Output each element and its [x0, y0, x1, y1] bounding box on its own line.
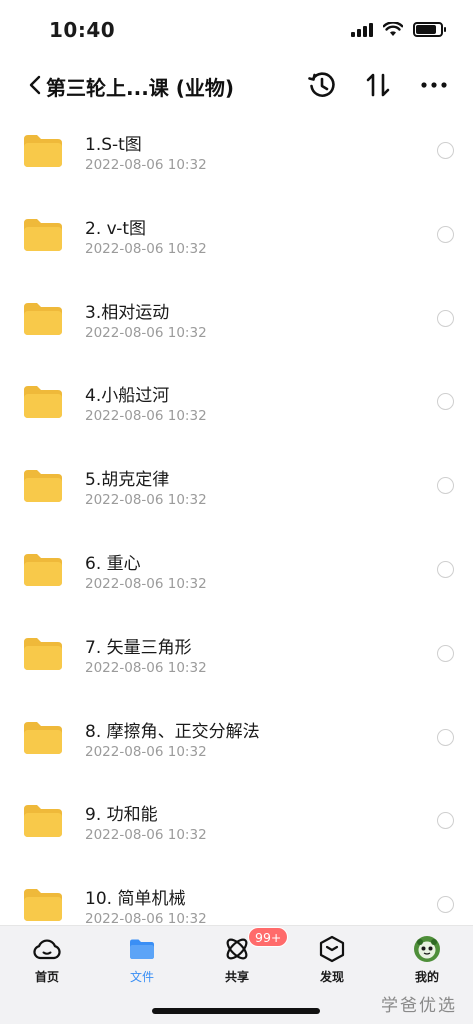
status-time: 10:40: [49, 18, 116, 42]
file-date: 2022-08-06 10:32: [85, 492, 207, 509]
tab-discover-label: 发现: [319, 970, 344, 984]
file-date: 2022-08-06 10:32: [85, 827, 207, 844]
file-name: 10. 简单机械: [85, 889, 186, 910]
folder-icon: [24, 218, 62, 251]
select-radio[interactable]: [437, 309, 454, 327]
file-list: 1.S-t图 2022-08-06 10:32 2. v-t图 2022-08-06 …: [0, 110, 473, 925]
select-radio[interactable]: [437, 728, 454, 746]
folder-icon: [24, 302, 62, 335]
file-name: 4.小船过河: [85, 386, 170, 407]
select-radio[interactable]: [437, 142, 454, 159]
tab-files[interactable]: 文件: [112, 934, 172, 990]
tab-home-label: 首页: [34, 970, 59, 984]
file-date: 2022-08-06 10:32: [85, 743, 207, 760]
folder-icon: [24, 470, 62, 503]
file-date: 2022-08-06 10:32: [85, 659, 207, 676]
select-radio[interactable]: [437, 896, 454, 914]
file-row[interactable]: 9. 功和能 2022-08-06 10:32: [0, 780, 473, 864]
select-radio[interactable]: [437, 477, 454, 495]
file-row[interactable]: 5.胡克定律 2022-08-06 10:32: [0, 445, 473, 529]
file-row[interactable]: 10. 简单机械 2022-08-06 10:32: [0, 864, 473, 925]
file-name: 7. 矢量三角形: [85, 637, 192, 658]
folder-icon: [24, 805, 62, 838]
file-name: 5.胡克定律: [85, 470, 170, 491]
home-cloud-icon: [32, 934, 62, 964]
folder-icon: [24, 553, 62, 586]
tab-home[interactable]: 首页: [17, 934, 77, 990]
tab-bar: 首页 文件 共享 发现 我的 99+ 学爸优选: [0, 925, 473, 1024]
discover-box-icon: [317, 934, 347, 964]
file-row[interactable]: 8. 摩擦角、正交分解法 2022-08-06 10:32: [0, 697, 473, 781]
file-date: 2022-08-06 10:32: [85, 911, 207, 925]
file-row[interactable]: 4.小船过河 2022-08-06 10:32: [0, 361, 473, 445]
file-row[interactable]: 7. 矢量三角形 2022-08-06 10:32: [0, 613, 473, 697]
tab-me[interactable]: 我的: [397, 934, 457, 990]
cellular-signal-icon: [351, 22, 373, 37]
file-row[interactable]: 3.相对运动 2022-08-06 10:32: [0, 278, 473, 362]
file-date: 2022-08-06 10:32: [85, 575, 207, 592]
file-name: 3.相对运动: [85, 302, 170, 323]
tab-me-label: 我的: [414, 970, 439, 984]
status-icons: [351, 22, 446, 37]
folder-icon: [24, 721, 62, 754]
file-name: 6. 重心: [85, 553, 141, 574]
history-icon: [308, 72, 335, 97]
back-button[interactable]: [24, 70, 46, 100]
more-icon: [421, 82, 447, 88]
file-date: 2022-08-06 10:32: [85, 408, 207, 425]
file-date: 2022-08-06 10:32: [85, 240, 207, 257]
file-name: 9. 功和能: [85, 805, 158, 826]
select-radio[interactable]: [437, 812, 454, 830]
tab-files-label: 文件: [129, 970, 154, 984]
back-chevron-icon: [29, 75, 41, 95]
home-indicator[interactable]: [152, 1008, 320, 1014]
select-radio[interactable]: [437, 560, 454, 578]
folder-icon: [24, 889, 62, 922]
status-bar: 10:40: [0, 0, 473, 62]
select-radio[interactable]: [437, 225, 454, 243]
folder-icon: [24, 135, 62, 167]
history-button[interactable]: [305, 68, 339, 102]
select-radio[interactable]: [437, 644, 454, 662]
folder-icon: [24, 386, 62, 419]
sort-icon: [366, 73, 390, 97]
folder-icon: [24, 637, 62, 670]
file-row[interactable]: 2. v-t图 2022-08-06 10:32: [0, 194, 473, 278]
avatar-icon: [412, 934, 442, 964]
file-name: 1.S-t图: [85, 135, 142, 155]
file-date: 2022-08-06 10:32: [85, 157, 207, 173]
more-button[interactable]: [417, 68, 451, 102]
sort-button[interactable]: [361, 68, 395, 102]
page-title: 第三轮上...课 (业物): [46, 76, 235, 100]
file-name: 8. 摩擦角、正交分解法: [85, 721, 260, 742]
wifi-icon: [383, 22, 403, 36]
tab-discover[interactable]: 发现: [302, 934, 362, 990]
nav-actions: [305, 68, 451, 102]
file-name: 2. v-t图: [85, 218, 147, 239]
file-row[interactable]: 6. 重心 2022-08-06 10:32: [0, 529, 473, 613]
watermark: 学爸优选: [381, 996, 457, 1016]
nav-bar: 第三轮上...课 (业物): [0, 62, 473, 110]
file-row[interactable]: 1.S-t图 2022-08-06 10:32: [0, 110, 473, 194]
folder-icon: [127, 934, 157, 964]
share-badge: 99+: [248, 927, 289, 947]
file-date: 2022-08-06 10:32: [85, 324, 207, 341]
select-radio[interactable]: [437, 393, 454, 411]
battery-icon: [413, 22, 446, 37]
tab-share-label: 共享: [224, 970, 249, 984]
